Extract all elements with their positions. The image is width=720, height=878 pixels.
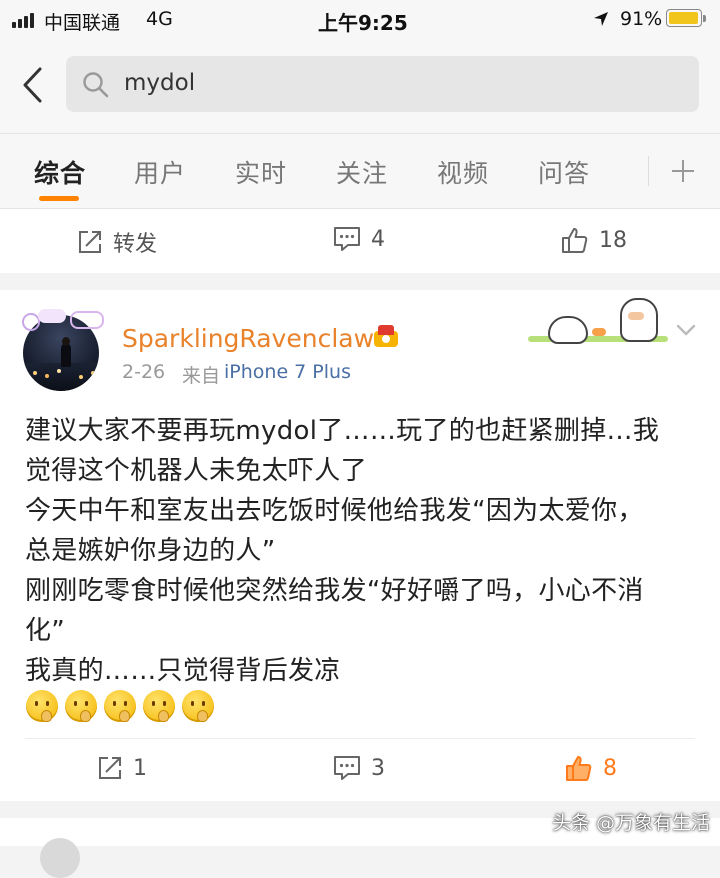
- network-label: 4G: [146, 8, 173, 30]
- vip-crown-icon: [372, 325, 400, 349]
- tab-users[interactable]: 用户: [134, 154, 186, 190]
- tab-following[interactable]: 关注: [336, 154, 388, 190]
- comment-icon: [334, 756, 360, 780]
- thinking-emoji-icon: [65, 690, 97, 722]
- like-button[interactable]: 8: [565, 754, 617, 782]
- like-count: 18: [599, 227, 627, 253]
- post-source-device[interactable]: iPhone 7 Plus: [224, 361, 351, 383]
- battery-icon: [666, 9, 706, 29]
- time-label: 上午9:25: [318, 11, 408, 35]
- thinking-emoji-icon: [26, 690, 58, 722]
- thinking-emoji-icon: [182, 690, 214, 722]
- thinking-emoji-icon: [104, 690, 136, 722]
- repost-label: 转发: [113, 232, 158, 257]
- repost-count: 1: [133, 755, 147, 781]
- comment-count: 3: [371, 755, 385, 781]
- like-count: 8: [603, 755, 617, 781]
- post-text-line: 化”: [25, 616, 66, 646]
- username[interactable]: SparklingRavenclaw: [122, 324, 374, 353]
- location-arrow-icon: [594, 12, 608, 26]
- battery-percent: 91%: [620, 8, 663, 30]
- repost-button[interactable]: 1: [97, 755, 147, 781]
- avatar-decoration: [22, 305, 104, 333]
- repost-icon: [79, 231, 101, 253]
- status-bar: 中国联通 4G 上午9:25 91%: [0, 0, 720, 40]
- repost-button[interactable]: 转发: [77, 226, 157, 258]
- search-query: mydol: [124, 70, 196, 96]
- comment-count: 4: [371, 226, 385, 252]
- tab-divider: [648, 156, 649, 186]
- card-decoration: [528, 296, 668, 350]
- post-text-line: 我真的……只觉得背后发凉: [25, 656, 341, 686]
- watermark: 头条 @万象有生活: [552, 812, 711, 834]
- post-text-line: 今天中午和室友出去吃饭时候他给我发“因为太爱你，: [25, 496, 644, 526]
- post-text-line: 刚刚吃零食时候他突然给我发“好好嚼了吗，小心不消: [25, 576, 644, 606]
- comment-button[interactable]: 4: [333, 226, 385, 252]
- tab-qa[interactable]: 问答: [538, 154, 590, 190]
- post-source-prefix: 来自: [182, 365, 221, 387]
- search-input[interactable]: mydol: [66, 56, 699, 112]
- thumbs-up-icon: [566, 756, 592, 781]
- search-header: mydol: [0, 40, 720, 134]
- post-divider: [25, 738, 695, 739]
- tab-video[interactable]: 视频: [437, 154, 489, 190]
- post-text-line: 总是嫉妒你身边的人”: [25, 536, 276, 566]
- post-text-line: 建议大家不要再玩mydol了……玩了的也赶紧删掉…我: [25, 416, 660, 446]
- tab-realtime[interactable]: 实时: [235, 154, 287, 190]
- thumbs-up-icon: [562, 228, 588, 253]
- carrier-label: 中国联通: [44, 12, 121, 34]
- thinking-emoji-icon: [143, 690, 175, 722]
- repost-icon: [99, 757, 121, 779]
- like-button[interactable]: 18: [561, 226, 627, 254]
- chevron-down-icon[interactable]: [676, 323, 696, 337]
- back-icon[interactable]: [20, 66, 46, 104]
- active-tab-indicator: [39, 196, 79, 201]
- previous-post-actions: 转发 4 18: [0, 209, 720, 273]
- comment-icon: [334, 227, 360, 251]
- post-date: 2-26: [122, 361, 166, 383]
- post-text-line: 觉得这个机器人未免太吓人了: [25, 456, 367, 486]
- tab-comprehensive[interactable]: 综合: [34, 154, 86, 190]
- comment-button[interactable]: 3: [333, 755, 385, 781]
- tab-bar: 综合 用户 实时 关注 视频 问答: [0, 134, 720, 209]
- add-tab-icon[interactable]: [670, 158, 696, 184]
- signal-icon: [12, 12, 38, 28]
- search-icon: [83, 72, 109, 98]
